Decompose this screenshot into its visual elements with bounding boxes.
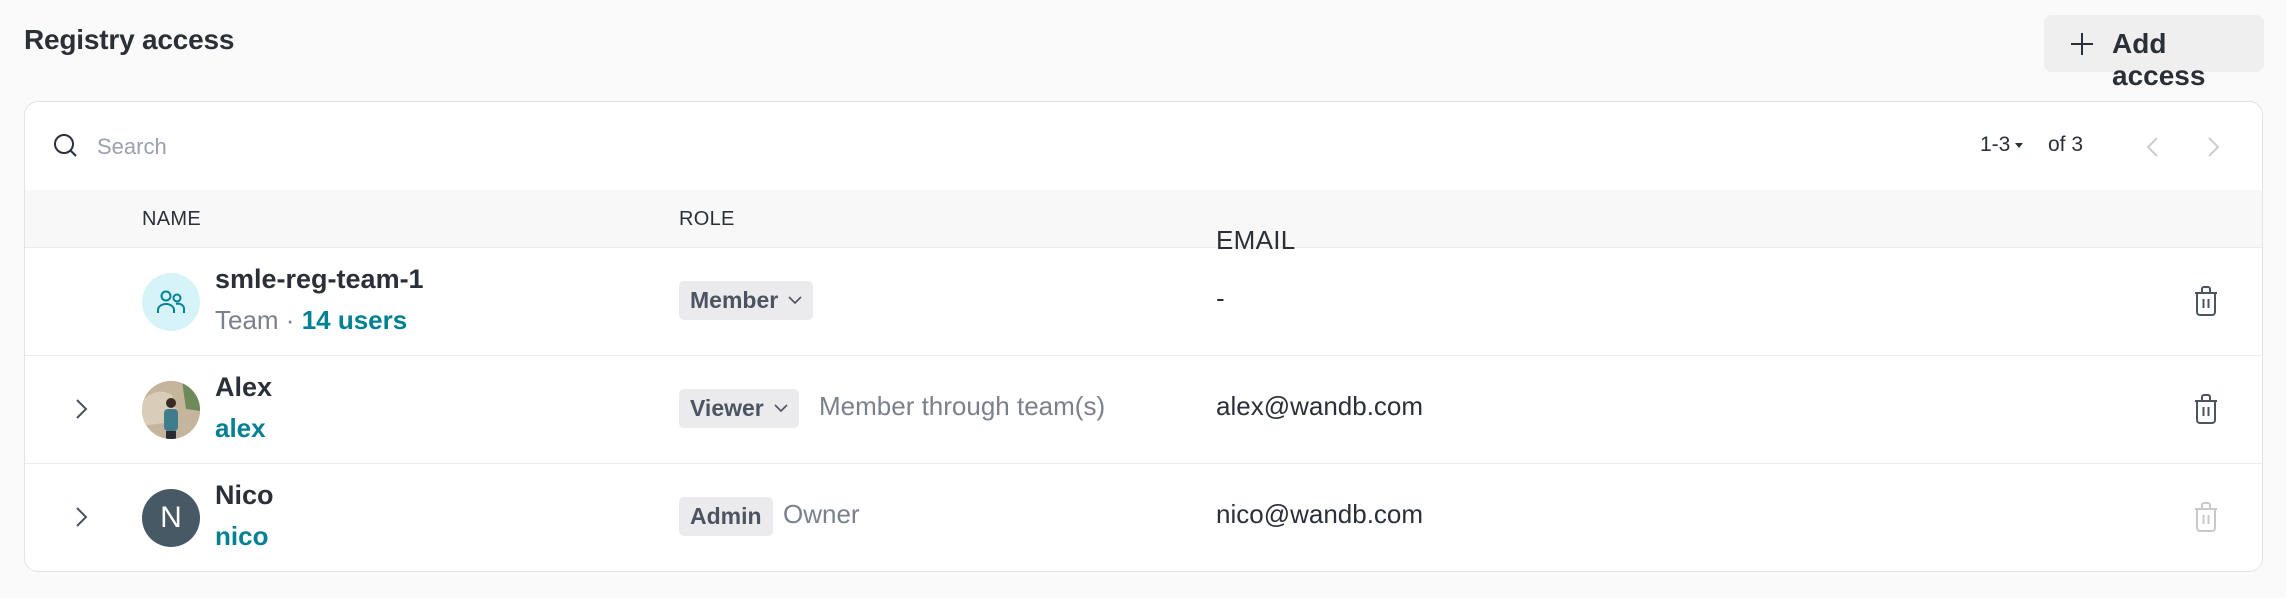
team-avatar — [142, 273, 200, 331]
pager-range-label: 1-3 — [1980, 133, 2011, 156]
chevron-down-icon — [774, 404, 788, 413]
table-header: NAME ROLE EMAIL — [25, 190, 2262, 255]
email-value: - — [1216, 283, 1225, 313]
role-label: Admin — [690, 503, 762, 529]
column-header-name[interactable]: NAME — [142, 208, 201, 231]
role-label: Member — [690, 287, 779, 313]
user-display-name: Nico — [215, 480, 274, 510]
team-subtitle: Team · 14 users — [215, 305, 407, 336]
table-row: smle-reg-team-1 Team · 14 users Member - — [25, 248, 2262, 356]
role-note: Member through team(s) — [819, 391, 1106, 421]
delete-icon — [2195, 502, 2217, 532]
page-title: Registry access — [24, 24, 235, 55]
team-icon — [157, 290, 185, 313]
delete-icon[interactable] — [2194, 394, 2218, 424]
delete-icon[interactable] — [2194, 286, 2218, 316]
role-dropdown[interactable]: Member — [679, 281, 814, 320]
username-link[interactable]: alex — [215, 413, 266, 443]
search-icon — [54, 134, 77, 157]
next-page-button[interactable] — [2203, 135, 2223, 159]
team-type-label: Team · — [215, 305, 302, 335]
plus-icon — [2071, 33, 2093, 55]
pager-total: of 3 — [2048, 133, 2084, 156]
username-link[interactable]: nico — [215, 521, 268, 551]
user-subtitle: nico — [215, 521, 268, 552]
chevron-down-icon — [788, 296, 802, 305]
user-subtitle: alex — [215, 413, 266, 444]
user-avatar-initial: N — [142, 489, 200, 547]
caret-down-icon — [2015, 142, 2024, 148]
column-header-role[interactable]: ROLE — [679, 208, 735, 231]
add-access-label: Add access — [2112, 28, 2206, 91]
page-size-dropdown[interactable]: 1-3 — [1980, 133, 2024, 157]
table-row: N Nico nico Admin Owner nico@wandb.com — [25, 464, 2262, 571]
chevron-right-icon[interactable] — [71, 505, 91, 529]
user-display-name: Alex — [215, 372, 273, 402]
chevron-right-icon[interactable] — [71, 397, 91, 421]
email-value: alex@wandb.com — [1216, 391, 1424, 421]
email-value: nico@wandb.com — [1216, 499, 1424, 529]
table-row: Alex alex Viewer Member through team(s) … — [25, 356, 2262, 464]
role-note: Owner — [783, 499, 860, 529]
search-input[interactable] — [95, 128, 699, 166]
person-photo-icon — [142, 381, 200, 439]
previous-page-button[interactable] — [2143, 135, 2163, 159]
team-name: smle-reg-team-1 — [215, 264, 424, 294]
role-dropdown[interactable]: Viewer — [679, 389, 799, 428]
user-avatar-photo — [142, 381, 200, 439]
role-badge: Admin — [679, 497, 773, 536]
team-users-link[interactable]: 14 users — [302, 305, 408, 335]
access-table-card: 1-3 of 3 NAME ROLE EMAIL smle-reg-team-1… — [24, 101, 2263, 572]
role-label: Viewer — [690, 395, 764, 421]
add-access-button[interactable]: Add access — [2044, 15, 2264, 91]
